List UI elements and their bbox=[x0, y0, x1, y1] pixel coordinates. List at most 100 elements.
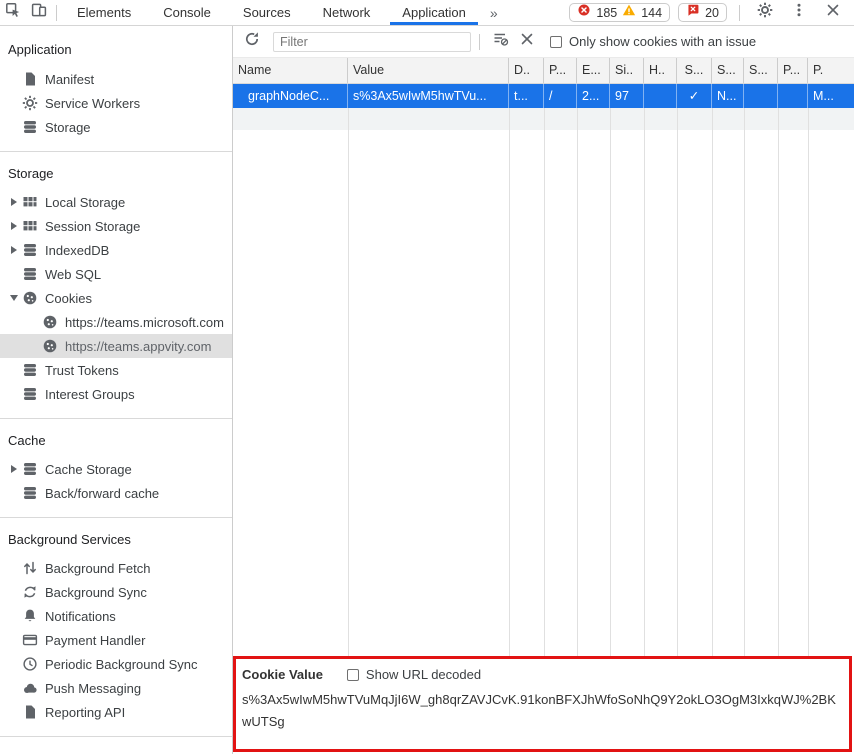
tab-application[interactable]: Application bbox=[386, 0, 482, 25]
topbar-right-cluster: 185 144 20 bbox=[569, 0, 854, 25]
cell-priority: M... bbox=[808, 84, 854, 108]
sidebar-item-local-storage[interactable]: Local Storage bbox=[0, 190, 232, 214]
cell-name: graphNodeC... bbox=[233, 84, 348, 108]
sidebar-item-push-messaging[interactable]: Push Messaging bbox=[0, 676, 232, 700]
expander-icon[interactable] bbox=[6, 198, 22, 206]
cookie-icon bbox=[42, 314, 58, 330]
clock-icon bbox=[22, 656, 38, 672]
cookies-toolbar: Only show cookies with an issue bbox=[233, 26, 854, 58]
settings-gear-icon bbox=[757, 2, 773, 23]
settings-button[interactable] bbox=[752, 0, 778, 25]
column-header-size[interactable]: Si.. bbox=[610, 58, 644, 83]
more-tabs-button[interactable]: » bbox=[482, 5, 506, 21]
clear-filter-button[interactable] bbox=[488, 29, 514, 54]
sidebar-item-back-forward-cache[interactable]: Back/forward cache bbox=[0, 481, 232, 505]
updown-arrows-icon bbox=[22, 560, 38, 576]
database-icon bbox=[22, 485, 38, 501]
clear-filter-icon bbox=[493, 31, 509, 52]
column-header-priority[interactable]: P. bbox=[808, 58, 854, 83]
show-url-decoded-checkbox[interactable] bbox=[347, 669, 359, 681]
tab-sources[interactable]: Sources bbox=[227, 0, 307, 25]
document-icon bbox=[22, 704, 38, 720]
sidebar-item-storage[interactable]: Storage bbox=[0, 115, 232, 139]
expander-icon[interactable] bbox=[6, 465, 22, 473]
filter-input[interactable] bbox=[273, 32, 471, 52]
selected-cookie-row[interactable]: graphNodeC... s%3Ax5wIwM5hwTVu... t... /… bbox=[233, 84, 854, 108]
gear-icon bbox=[22, 95, 38, 111]
issues-icon bbox=[686, 3, 700, 22]
cell-expires: 2... bbox=[577, 84, 610, 108]
expander-icon[interactable] bbox=[6, 246, 22, 254]
column-header-domain[interactable]: D.. bbox=[509, 58, 544, 83]
tab-console[interactable]: Console bbox=[147, 0, 227, 25]
document-icon bbox=[22, 71, 38, 87]
database-icon bbox=[22, 266, 38, 282]
cookies-table: Name Value D.. P... E... Si.. H.. S... S… bbox=[233, 58, 854, 656]
cell-secure: ✓ bbox=[677, 84, 712, 108]
column-header-name[interactable]: Name bbox=[233, 58, 348, 83]
sidebar-item-background-sync[interactable]: Background Sync bbox=[0, 580, 232, 604]
cell-httponly bbox=[644, 84, 677, 108]
column-header-sameparty[interactable]: S... bbox=[744, 58, 778, 83]
sidebar-item-manifest[interactable]: Manifest bbox=[0, 67, 232, 91]
sidebar-item-reporting-api[interactable]: Reporting API bbox=[0, 700, 232, 724]
close-devtools-button[interactable] bbox=[820, 0, 846, 25]
column-header-partition[interactable]: P... bbox=[778, 58, 808, 83]
column-header-httponly[interactable]: H.. bbox=[644, 58, 677, 83]
bell-icon bbox=[22, 608, 38, 624]
sidebar-item-cookies[interactable]: Cookies bbox=[0, 286, 232, 310]
sidebar-item-trust-tokens[interactable]: Trust Tokens bbox=[0, 358, 232, 382]
table-header-row: Name Value D.. P... E... Si.. H.. S... S… bbox=[233, 58, 854, 84]
issue-count: 20 bbox=[705, 6, 719, 20]
section-title-storage: Storage bbox=[0, 152, 232, 190]
devtools-topbar: Elements Console Sources Network Applica… bbox=[0, 0, 854, 26]
sidebar-item-cookies-teams-appvity[interactable]: https://teams.appvity.com bbox=[0, 334, 232, 358]
inspect-element-button[interactable] bbox=[0, 0, 26, 25]
sidebar-item-payment-handler[interactable]: Payment Handler bbox=[0, 628, 232, 652]
cookie-value-text: s%3Ax5wIwM5hwTVuMqJjI6W_gh8qrZAVJCvK.91k… bbox=[236, 682, 846, 733]
console-errors-warnings-badge[interactable]: 185 144 bbox=[569, 3, 670, 22]
device-toolbar-button[interactable] bbox=[26, 0, 52, 25]
delete-icon bbox=[519, 31, 535, 52]
show-url-decoded-label: Show URL decoded bbox=[366, 667, 481, 682]
cell-samesite: N... bbox=[712, 84, 744, 108]
database-icon bbox=[22, 386, 38, 402]
cookies-panel: Only show cookies with an issue Name Val… bbox=[233, 26, 854, 754]
sidebar-item-session-storage[interactable]: Session Storage bbox=[0, 214, 232, 238]
sync-icon bbox=[22, 584, 38, 600]
tab-network[interactable]: Network bbox=[307, 0, 387, 25]
database-icon bbox=[22, 119, 38, 135]
expander-icon[interactable] bbox=[6, 295, 22, 301]
column-header-path[interactable]: P... bbox=[544, 58, 577, 83]
sidebar-item-cookies-teams-microsoft[interactable]: https://teams.microsoft.com bbox=[0, 310, 232, 334]
column-header-samesite[interactable]: S... bbox=[712, 58, 744, 83]
cookie-icon bbox=[42, 338, 58, 354]
sidebar-item-web-sql[interactable]: Web SQL bbox=[0, 262, 232, 286]
application-sidebar: Application Manifest Service Workers Sto… bbox=[0, 26, 233, 754]
sidebar-item-periodic-background-sync[interactable]: Periodic Background Sync bbox=[0, 652, 232, 676]
column-header-value[interactable]: Value bbox=[348, 58, 509, 83]
sidebar-item-notifications[interactable]: Notifications bbox=[0, 604, 232, 628]
sidebar-item-background-fetch[interactable]: Background Fetch bbox=[0, 556, 232, 580]
cell-value: s%3Ax5wIwM5hwTVu... bbox=[348, 84, 509, 108]
database-icon bbox=[22, 461, 38, 477]
refresh-button[interactable] bbox=[239, 29, 265, 54]
sidebar-item-indexeddb[interactable]: IndexedDB bbox=[0, 238, 232, 262]
only-issue-cookies-checkbox[interactable] bbox=[550, 36, 562, 48]
tab-elements[interactable]: Elements bbox=[61, 0, 147, 25]
more-options-button[interactable] bbox=[786, 0, 812, 25]
column-header-expires[interactable]: E... bbox=[577, 58, 610, 83]
sidebar-item-service-workers[interactable]: Service Workers bbox=[0, 91, 232, 115]
expander-icon[interactable] bbox=[6, 222, 22, 230]
error-count: 185 bbox=[596, 6, 617, 20]
column-header-secure[interactable]: S... bbox=[677, 58, 712, 83]
database-icon bbox=[22, 362, 38, 378]
sidebar-item-interest-groups[interactable]: Interest Groups bbox=[0, 382, 232, 406]
warning-count: 144 bbox=[641, 6, 662, 20]
cookie-value-title: Cookie Value bbox=[242, 667, 323, 682]
issues-badge[interactable]: 20 bbox=[678, 3, 727, 22]
sidebar-item-cache-storage[interactable]: Cache Storage bbox=[0, 457, 232, 481]
topbar-divider bbox=[56, 5, 57, 21]
sidebar-divider bbox=[0, 736, 232, 737]
delete-cookies-button[interactable] bbox=[514, 29, 540, 54]
